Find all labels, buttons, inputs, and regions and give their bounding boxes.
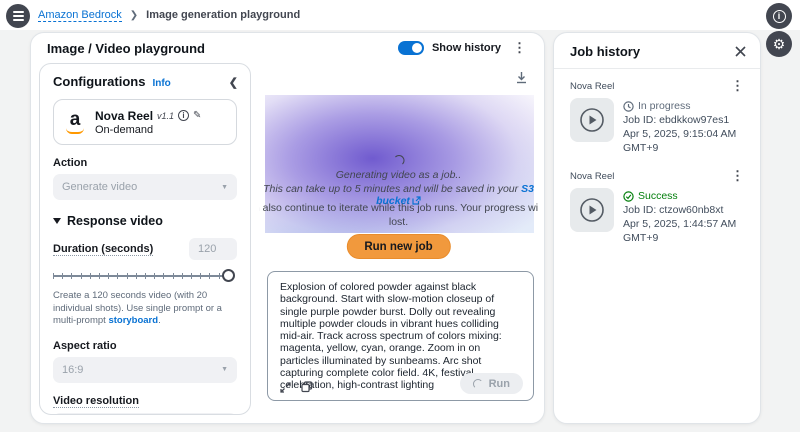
slider-thumb[interactable] [222,269,235,282]
model-throughput: On-demand [95,124,226,136]
play-icon [579,197,605,223]
run-new-job-button[interactable]: Run new job [346,234,450,259]
help-button[interactable]: i [766,3,792,29]
settings-button[interactable]: ⚙ [766,31,792,57]
loading-spinner-icon [393,155,404,166]
duration-input[interactable]: 120 [189,238,237,260]
show-history-label: Show history [432,42,501,54]
playground-panel: Image / Video playground Show history ⋮ … [30,32,545,424]
generating-status-text: Generating video as a job.. [259,169,538,181]
job-status: Success [638,189,678,203]
generation-area: Generating video as a job.. This can tak… [259,63,538,417]
success-icon [623,191,634,202]
job-model-name: Nova Reel [570,171,614,182]
response-video-section-toggle[interactable]: Response video [53,214,237,228]
model-version: v1.1 [157,111,174,121]
gear-icon: ⚙ [773,37,786,51]
configurations-heading: Configurations [53,74,145,89]
job-timestamp: Apr 5, 2025, 9:15:04 AM GMT+9 [623,127,748,155]
download-icon[interactable] [515,71,528,84]
action-select-value: Generate video [62,181,137,193]
action-select[interactable]: Generate video ▼ [53,174,237,200]
storyboard-link[interactable]: storyboard [108,315,158,326]
prompt-editor[interactable]: Explosion of colored powder against blac… [267,271,534,401]
model-name: Nova Reel [95,109,153,123]
job-video-thumbnail[interactable] [570,98,614,142]
resolution-label: Video resolution [53,395,139,408]
model-card[interactable]: a Nova Reel v1.1 i ✎ On-demand [53,99,237,145]
job-video-thumbnail[interactable] [570,188,614,232]
chevron-down-icon: ▼ [221,366,228,373]
job-status: In progress [638,99,691,113]
playground-header: Image / Video playground Show history ⋮ [31,33,544,63]
run-button-label: Run [489,378,510,390]
breadcrumb-current-page: Image generation playground [146,9,300,21]
action-label: Action [53,157,237,169]
aspect-ratio-value: 16:9 [62,364,83,376]
aspect-ratio-select[interactable]: 16:9 ▼ [53,357,237,383]
chevron-down-icon: ▼ [221,184,228,191]
iterate-note-line1: You can also continue to iterate while t… [259,202,538,214]
expand-prompt-icon[interactable] [280,382,291,393]
configurations-panel: Configurations Info ❮ a Nova Reel v1.1 i… [39,63,251,415]
configurations-info-link[interactable]: Info [152,78,170,89]
hamburger-menu-icon[interactable] [6,4,30,28]
job-menu-icon[interactable]: ⋮ [727,168,748,184]
breadcrumb: Amazon Bedrock ❯ Image generation playgr… [38,0,300,30]
run-button[interactable]: Run [460,373,523,394]
model-info-icon[interactable]: i [178,110,189,121]
aspect-ratio-label: Aspect ratio [53,340,237,352]
section-expanded-icon [53,218,61,224]
job-timestamp: Apr 5, 2025, 1:44:57 AM GMT+9 [623,217,748,245]
close-icon[interactable] [735,46,746,57]
collapse-panel-icon[interactable]: ❮ [229,76,238,89]
job-id: Job ID: ctzow60nb8xt [623,203,748,217]
job-id: Job ID: ebdkkow97es1 [623,113,748,127]
job-model-name: Nova Reel [570,81,614,92]
job-history-title: Job history [570,44,640,59]
copy-prompt-icon[interactable] [301,381,313,393]
show-history-toggle[interactable] [398,41,424,55]
duration-help-text: Create a 120 seconds video (with 20 indi… [53,290,237,328]
in-progress-icon [623,101,634,112]
edit-model-icon[interactable]: ✎ [193,110,201,121]
page-title: Image / Video playground [47,41,205,56]
job-history-item[interactable]: Nova Reel ⋮ Success Job ID: ctzow60nb8xt… [554,159,760,249]
top-navigation-bar: Amazon Bedrock ❯ Image generation playgr… [0,0,800,30]
job-menu-icon[interactable]: ⋮ [727,78,748,94]
response-video-heading: Response video [67,214,163,228]
resolution-select[interactable]: 1280x720 ▼ [53,413,237,416]
iterate-note-line2: lost. [259,216,538,228]
playground-menu-icon[interactable]: ⋮ [509,40,530,56]
job-history-panel: Job history Nova Reel ⋮ In progress Job … [553,32,761,424]
info-icon: i [773,10,786,23]
play-icon [579,107,605,133]
duration-label: Duration (seconds) [53,243,153,256]
run-spinner-icon [473,379,483,389]
job-history-item[interactable]: Nova Reel ⋮ In progress Job ID: ebdkkow9… [554,69,760,159]
duration-slider[interactable] [53,268,235,284]
breadcrumb-separator-icon: ❯ [130,10,138,21]
amazon-logo-icon: a [64,111,86,134]
breadcrumb-link-bedrock[interactable]: Amazon Bedrock [38,9,122,22]
